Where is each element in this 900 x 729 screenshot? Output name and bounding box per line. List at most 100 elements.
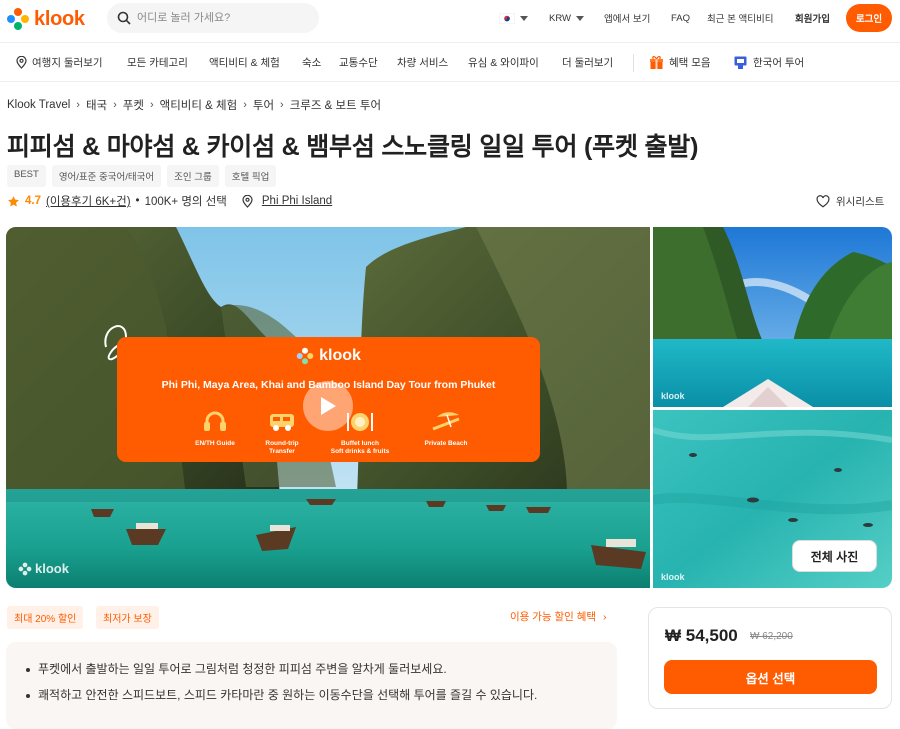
tag-join-group: 조인 그룹 xyxy=(167,165,219,187)
heart-icon xyxy=(816,195,830,208)
headset-icon xyxy=(204,411,226,431)
play-icon xyxy=(321,397,336,415)
breadcrumb-item[interactable]: 투어 xyxy=(253,97,274,113)
nav-car-service[interactable]: 차량 서비스 xyxy=(397,55,448,70)
tag-list: BEST 영어/표준 중국어/태국어 조인 그룹 호텔 픽업 xyxy=(7,165,277,187)
signup-link[interactable]: 회원가입 xyxy=(795,0,830,36)
discount-badge: 최대 20% 할인 xyxy=(7,606,84,629)
currency-selector[interactable]: KRW xyxy=(549,0,584,36)
divider xyxy=(633,54,634,72)
watermark-text: klook xyxy=(661,572,685,582)
side-photo-lagoon[interactable]: klook xyxy=(653,227,892,407)
photo-watermark: klook xyxy=(661,391,685,401)
page-title: 피피섬 & 마야섬 & 카이섬 & 뱀부섬 스노클링 일일 투어 (푸켓 출발) xyxy=(7,133,699,161)
select-options-button[interactable]: 옵션 선택 xyxy=(664,660,877,694)
feature-line: Transfer xyxy=(269,448,295,456)
nav-more[interactable]: 더 둘러보기 xyxy=(562,55,613,70)
all-photos-button[interactable]: 전체 사진 xyxy=(792,540,877,572)
nav-label: 혜택 모음 xyxy=(669,57,711,69)
highlights-box: 푸켓에서 출발하는 일일 투어로 그림처럼 청정한 피피섬 주변을 알차게 둘러… xyxy=(6,642,617,729)
currency-label: KRW xyxy=(549,12,571,24)
klook-watermark-icon xyxy=(18,562,32,575)
search-bar[interactable] xyxy=(107,3,319,33)
separator-dot: • xyxy=(135,195,140,207)
top-header: klook KRW 앱에서 보기 FAQ 최근 본 액티비티 회원가입 로그인 xyxy=(0,0,900,38)
play-video-button[interactable] xyxy=(303,381,353,431)
klook-logo-icon xyxy=(296,347,314,365)
guide-sign-icon xyxy=(734,56,747,69)
faq-link[interactable]: FAQ xyxy=(671,0,690,36)
banner-logo: klook xyxy=(117,347,540,365)
location-link[interactable]: Phi Phi Island xyxy=(262,195,332,207)
location-pin-icon xyxy=(242,194,253,208)
best-price-badge: 최저가 보장 xyxy=(96,606,159,629)
breadcrumb-item[interactable]: Klook Travel xyxy=(7,99,70,111)
booking-panel: ₩ 54,500 ₩ 62,200 옵션 선택 xyxy=(648,607,892,709)
photo-watermark: klook xyxy=(18,561,69,576)
highlight-item: 쾌적하고 안전한 스피드보트, 스피드 카타마란 중 원하는 이동수단을 선택해… xyxy=(26,686,546,705)
search-icon xyxy=(117,11,131,25)
nav-transport[interactable]: 교통수단 xyxy=(339,55,378,70)
nav-deals[interactable]: 혜택 모음 xyxy=(649,55,711,70)
reviews-link[interactable]: (이용후기 6K+건) xyxy=(46,193,131,209)
chevron-down-icon xyxy=(576,15,584,21)
star-icon xyxy=(8,195,19,206)
tag-language: 영어/표준 중국어/태국어 xyxy=(51,165,162,187)
chevron-right-icon: › xyxy=(602,611,607,623)
logo-text: klook xyxy=(34,7,85,30)
korea-flag-icon xyxy=(499,12,515,24)
chevron-right-icon: › xyxy=(280,99,284,111)
location-pin-icon xyxy=(16,56,27,69)
language-selector[interactable] xyxy=(499,0,528,36)
breadcrumb-item[interactable]: 태국 xyxy=(86,97,107,113)
booked-count: 100K+ 명의 선택 xyxy=(144,196,227,208)
nav-all-categories[interactable]: 모든 카테고리 xyxy=(127,55,188,70)
highlight-item: 푸켓에서 출발하는 일일 투어로 그림처럼 청정한 피피섬 주변을 알차게 둘러… xyxy=(26,660,546,679)
nav-explore-destinations[interactable]: 여행지 둘러보기 xyxy=(16,55,103,70)
breadcrumb-item[interactable]: 액티비티 & 체험 xyxy=(160,97,238,113)
nav-hotels[interactable]: 숙소 xyxy=(302,55,321,70)
tag-hotel-pickup: 호텔 픽업 xyxy=(224,165,277,187)
feature-line: Private Beach xyxy=(424,440,468,448)
tag-best: BEST xyxy=(7,165,46,187)
feature-beach: Private Beach xyxy=(406,409,486,448)
banner-logo-text: klook xyxy=(319,347,361,364)
lagoon-boat-image xyxy=(653,227,892,407)
beach-chair-icon xyxy=(432,412,460,431)
login-button[interactable]: 로그인 xyxy=(846,4,892,32)
recently-viewed-link[interactable]: 최근 본 액티비티 xyxy=(707,0,773,36)
chevron-right-icon: › xyxy=(149,99,154,111)
van-icon xyxy=(270,414,294,431)
feature-line: Soft drinks & fruits xyxy=(330,448,390,456)
nav-label: 한국어 투어 xyxy=(753,57,805,69)
chevron-right-icon: › xyxy=(113,99,117,111)
chevron-right-icon: › xyxy=(243,99,247,111)
wishlist-label: 위시리스트 xyxy=(836,196,885,208)
category-nav: 여행지 둘러보기 모든 카테고리 액티비티 & 체험 숙소 교통수단 차량 서비… xyxy=(0,42,900,82)
feature-line: Buffet lunch xyxy=(341,440,379,448)
klook-logo-icon xyxy=(7,8,29,30)
nav-sim-wifi[interactable]: 유심 & 와이파이 xyxy=(468,55,539,70)
breadcrumb-item[interactable]: 푸켓 xyxy=(123,97,144,113)
main-photo[interactable]: klook Phi Phi, Maya Area, Khai and Bambo… xyxy=(6,227,650,588)
watermark-text: klook xyxy=(35,561,69,576)
search-input[interactable] xyxy=(137,12,307,24)
klook-logo[interactable]: klook xyxy=(6,7,85,31)
wishlist-button[interactable]: 위시리스트 xyxy=(816,194,884,209)
app-view-link[interactable]: 앱에서 보기 xyxy=(604,0,650,36)
chevron-right-icon: › xyxy=(76,99,80,111)
nav-label: 여행지 둘러보기 xyxy=(32,57,103,69)
current-price: ₩ 54,500 xyxy=(665,626,738,645)
available-deals-label: 이용 가능 할인 혜택 xyxy=(510,611,597,623)
feature-line: Round-trip xyxy=(265,440,299,448)
original-price: ₩ 62,200 xyxy=(750,631,793,642)
rating-row: 4.7 (이용후기 6K+건) • 100K+ 명의 선택 Phi Phi Is… xyxy=(7,193,332,209)
nav-activities[interactable]: 액티비티 & 체험 xyxy=(209,55,280,70)
nav-korean-tours[interactable]: 한국어 투어 xyxy=(733,55,804,70)
breadcrumb: Klook Travel › 태국 › 푸켓 › 액티비티 & 체험 › 투어 › 크루즈… xyxy=(7,97,381,113)
available-deals-link[interactable]: 이용 가능 할인 혜택 › xyxy=(510,609,606,624)
gift-icon xyxy=(650,56,663,69)
breadcrumb-item[interactable]: 크루즈 & 보트 투어 xyxy=(290,97,381,113)
chevron-down-icon xyxy=(520,15,528,21)
rating-score: 4.7 xyxy=(25,195,41,207)
